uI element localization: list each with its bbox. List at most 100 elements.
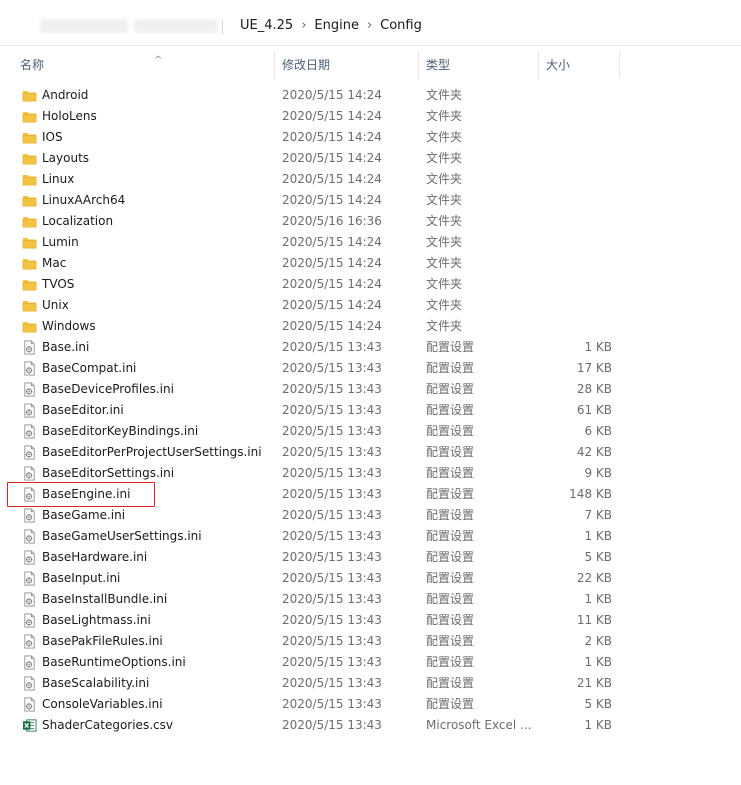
file-type: 文件夹: [426, 256, 463, 270]
ini-file-icon: [22, 529, 37, 544]
file-name: BaseDeviceProfiles.ini: [42, 382, 174, 396]
ini-file-icon: [22, 550, 37, 565]
ini-file-icon: [22, 340, 37, 355]
column-header-name[interactable]: 名称 ^: [14, 50, 274, 80]
ini-file-icon: [22, 613, 37, 628]
file-row[interactable]: BaseScalability.ini 2020/5/15 13:43 配置设置 21…: [0, 673, 741, 694]
ini-file-icon: [22, 361, 37, 376]
file-size: [540, 148, 612, 169]
file-name: ShaderCategories.csv: [42, 718, 173, 732]
folder-row[interactable]: Windows 2020/5/15 14:24 文件夹: [0, 316, 741, 337]
file-modified-date: 2020/5/15 13:43: [282, 592, 382, 606]
file-modified-date: 2020/5/15 13:43: [282, 529, 382, 543]
file-modified-date: 2020/5/15 13:43: [282, 634, 382, 648]
file-name: Android: [42, 88, 89, 102]
column-divider[interactable]: [274, 52, 275, 78]
folder-row[interactable]: Android 2020/5/15 14:24 文件夹: [0, 85, 741, 106]
column-header-name-label: 名称: [20, 58, 45, 72]
breadcrumb-item-engine[interactable]: Engine: [308, 18, 365, 33]
folder-row[interactable]: LinuxAArch64 2020/5/15 14:24 文件夹: [0, 190, 741, 211]
file-row[interactable]: BaseDeviceProfiles.ini 2020/5/15 13:43 配置设…: [0, 379, 741, 400]
file-type: 文件夹: [426, 277, 463, 291]
ini-file-icon: [22, 445, 37, 460]
folder-row[interactable]: Unix 2020/5/15 14:24 文件夹: [0, 295, 741, 316]
file-modified-date: 2020/5/15 14:24: [282, 172, 382, 186]
file-size: 1 KB: [584, 592, 612, 606]
file-size: [540, 106, 612, 127]
file-row[interactable]: BaseGame.ini 2020/5/15 13:43 配置设置 7 KB: [0, 505, 741, 526]
file-type: 配置设置: [426, 550, 475, 564]
file-type: 文件夹: [426, 319, 463, 333]
folder-row[interactable]: Localization 2020/5/16 16:36 文件夹: [0, 211, 741, 232]
ini-file-icon: [22, 403, 37, 418]
folder-row[interactable]: HoloLens 2020/5/15 14:24 文件夹: [0, 106, 741, 127]
folder-icon: [22, 319, 37, 334]
file-name: Localization: [42, 214, 114, 228]
file-type: 文件夹: [426, 151, 463, 165]
column-header-date[interactable]: 修改日期: [276, 50, 418, 80]
breadcrumb: UE_4.25 › Engine › Config: [234, 18, 428, 33]
folder-icon: [22, 235, 37, 250]
column-divider[interactable]: [418, 52, 419, 78]
file-size: 6 KB: [584, 424, 612, 438]
file-modified-date: 2020/5/15 13:43: [282, 508, 382, 522]
file-size: [540, 316, 612, 337]
folder-row[interactable]: TVOS 2020/5/15 14:24 文件夹: [0, 274, 741, 295]
address-bar[interactable]: UE_4.25 › Engine › Config: [0, 8, 741, 46]
column-divider[interactable]: [619, 52, 620, 78]
folder-icon: [22, 172, 37, 187]
folder-row[interactable]: Mac 2020/5/15 14:24 文件夹: [0, 253, 741, 274]
file-row[interactable]: ShaderCategories.csv 2020/5/15 13:43 Micro…: [0, 715, 741, 736]
column-header-size[interactable]: 大小: [540, 50, 618, 80]
file-row[interactable]: BaseInput.ini 2020/5/15 13:43 配置设置 22 KB: [0, 568, 741, 589]
blurred-path-segment: [40, 19, 128, 33]
file-name: BaseEditor.ini: [42, 403, 124, 417]
file-name: BaseRuntimeOptions.ini: [42, 655, 186, 669]
file-row[interactable]: BaseGameUserSettings.ini 2020/5/15 13:43 配…: [0, 526, 741, 547]
folder-row[interactable]: Linux 2020/5/15 14:24 文件夹: [0, 169, 741, 190]
file-row[interactable]: BaseEditorPerProjectUserSettings.ini 2020…: [0, 442, 741, 463]
file-row[interactable]: Base.ini 2020/5/15 13:43 配置设置 1 KB: [0, 337, 741, 358]
file-size: [540, 295, 612, 316]
file-row[interactable]: BaseEngine.ini 2020/5/15 13:43 配置设置 148 KB: [0, 484, 741, 505]
folder-row[interactable]: IOS 2020/5/15 14:24 文件夹: [0, 127, 741, 148]
file-modified-date: 2020/5/15 13:43: [282, 697, 382, 711]
file-type: Microsoft Excel ...: [426, 718, 532, 732]
ini-file-icon: [22, 466, 37, 481]
file-modified-date: 2020/5/15 13:43: [282, 403, 382, 417]
breadcrumb-item-config[interactable]: Config: [374, 18, 428, 33]
file-type: 文件夹: [426, 172, 463, 186]
folder-row[interactable]: Lumin 2020/5/15 14:24 文件夹: [0, 232, 741, 253]
file-row[interactable]: BasePakFileRules.ini 2020/5/15 13:43 配置设置 2…: [0, 631, 741, 652]
file-size: 61 KB: [576, 403, 612, 417]
folder-row[interactable]: Layouts 2020/5/15 14:24 文件夹: [0, 148, 741, 169]
file-name: BaseEditorKeyBindings.ini: [42, 424, 199, 438]
file-row[interactable]: BaseInstallBundle.ini 2020/5/15 13:43 配置设置…: [0, 589, 741, 610]
column-header-date-label: 修改日期: [282, 58, 331, 72]
file-modified-date: 2020/5/15 13:43: [282, 613, 382, 627]
file-row[interactable]: BaseEditor.ini 2020/5/15 13:43 配置设置 61 KB: [0, 400, 741, 421]
chevron-right-icon[interactable]: ›: [365, 18, 374, 33]
folder-icon: [22, 109, 37, 124]
file-name: Mac: [42, 256, 67, 270]
file-name: BaseScalability.ini: [42, 676, 150, 690]
file-name: TVOS: [42, 277, 75, 291]
file-size: 22 KB: [576, 571, 612, 585]
file-row[interactable]: BaseHardware.ini 2020/5/15 13:43 配置设置 5 KB: [0, 547, 741, 568]
folder-icon: [22, 151, 37, 166]
file-row[interactable]: BaseCompat.ini 2020/5/15 13:43 配置设置 17 KB: [0, 358, 741, 379]
column-header-type[interactable]: 类型: [420, 50, 538, 80]
file-type: 配置设置: [426, 466, 475, 480]
file-name: ConsoleVariables.ini: [42, 697, 163, 711]
file-modified-date: 2020/5/15 14:24: [282, 298, 382, 312]
file-type: 配置设置: [426, 487, 475, 501]
file-row[interactable]: BaseRuntimeOptions.ini 2020/5/15 13:43 配置设…: [0, 652, 741, 673]
file-row[interactable]: BaseEditorKeyBindings.ini 2020/5/15 13:43…: [0, 421, 741, 442]
column-divider[interactable]: [538, 52, 539, 78]
file-modified-date: 2020/5/15 13:43: [282, 550, 382, 564]
file-row[interactable]: BaseLightmass.ini 2020/5/15 13:43 配置设置 11 K…: [0, 610, 741, 631]
breadcrumb-item-ue-4-25[interactable]: UE_4.25: [234, 18, 299, 33]
chevron-right-icon[interactable]: ›: [299, 18, 308, 33]
file-row[interactable]: ConsoleVariables.ini 2020/5/15 13:43 配置设置 5…: [0, 694, 741, 715]
file-row[interactable]: BaseEditorSettings.ini 2020/5/15 13:43 配置设…: [0, 463, 741, 484]
